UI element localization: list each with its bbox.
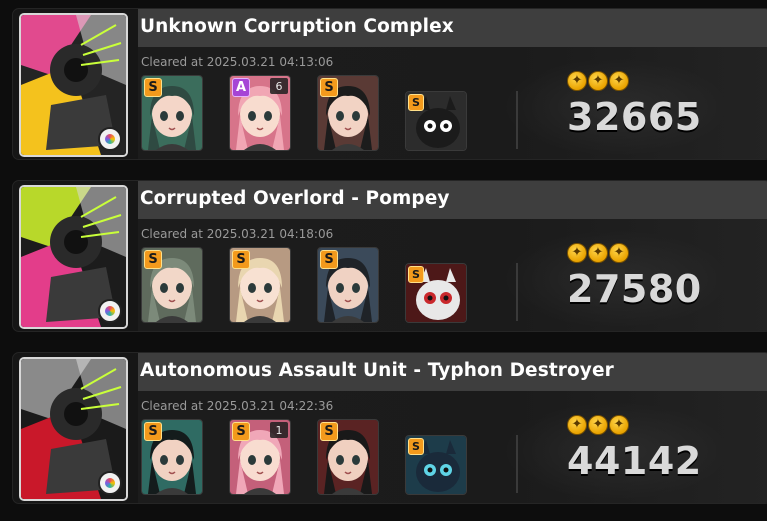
agent-portrait[interactable]: S [229,247,291,323]
battle-record-card[interactable]: Corrupted Overlord - Pompey Cleared at 20… [12,180,767,332]
boss-name: Unknown Corruption Complex [140,16,454,37]
boss-badge-icon [98,299,122,323]
divider [516,91,518,149]
agent-portrait[interactable]: S [141,419,203,495]
agent-portrait[interactable]: S [317,75,379,151]
agent-portrait[interactable]: A6 [229,75,291,151]
score-value: 27580 [567,267,702,311]
rank-badge-icon: A [232,78,250,97]
boss-name: Autonomous Assault Unit - Typhon Destroy… [140,360,614,381]
divider [516,263,518,321]
rank-badge-icon: S [320,422,338,441]
medal-icon [567,415,587,435]
bangboo-portrait[interactable]: S [405,435,467,495]
medal-icon [588,415,608,435]
medal-icon [588,71,608,91]
boss-name: Corrupted Overlord - Pompey [140,188,450,209]
medal-icon [588,243,608,263]
bangboo-portrait[interactable]: S [405,263,467,323]
boss-portrait[interactable] [19,185,128,329]
medal-icon [609,71,629,91]
boss-badge-icon [98,471,122,495]
mindscape-level: 6 [270,78,288,94]
rank-badge-icon: S [408,94,424,111]
medal-icon [609,415,629,435]
rank-badge-icon: S [408,266,424,283]
rank-badge-icon: S [144,250,162,269]
boss-badge-icon [98,127,122,151]
medal-icon [609,243,629,263]
cleared-time: Cleared at 2025.03.21 04:22:36 [141,399,334,413]
divider [516,435,518,493]
cleared-time: Cleared at 2025.03.21 04:13:06 [141,55,334,69]
bangboo-portrait[interactable]: S [405,91,467,151]
rank-badge-icon: S [320,250,338,269]
agent-portrait[interactable]: S1 [229,419,291,495]
medal-icon [567,71,587,91]
mindscape-level: 1 [270,422,288,438]
score-value: 44142 [567,439,702,483]
medal-icon [567,243,587,263]
agent-portrait[interactable]: S [141,75,203,151]
medal-row [567,415,629,435]
agent-portrait[interactable]: S [317,419,379,495]
rank-badge-icon: S [232,250,250,269]
cleared-time: Cleared at 2025.03.21 04:18:06 [141,227,334,241]
boss-portrait[interactable] [19,357,128,501]
rank-badge-icon: S [232,422,250,441]
agent-portrait[interactable]: S [317,247,379,323]
battle-record-card[interactable]: Unknown Corruption Complex Cleared at 202… [12,8,767,160]
rank-badge-icon: S [408,438,424,455]
agent-portrait[interactable]: S [141,247,203,323]
medal-row [567,243,629,263]
rank-badge-icon: S [144,422,162,441]
medal-row [567,71,629,91]
score-value: 32665 [567,95,702,139]
battle-record-card[interactable]: Autonomous Assault Unit - Typhon Destroy… [12,352,767,504]
rank-badge-icon: S [320,78,338,97]
boss-portrait[interactable] [19,13,128,157]
rank-badge-icon: S [144,78,162,97]
